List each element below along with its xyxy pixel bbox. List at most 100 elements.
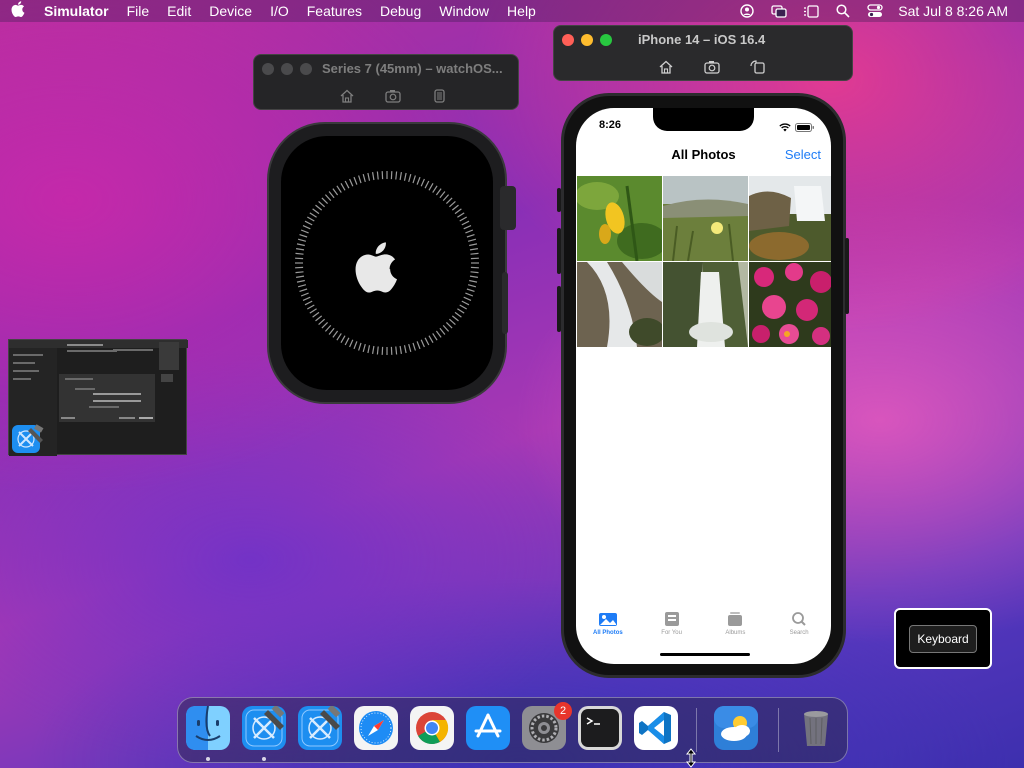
apple-menu-icon[interactable] <box>10 1 26 21</box>
xcode-window-thumbnail[interactable] <box>8 339 188 456</box>
progress-tick <box>358 342 362 351</box>
user-icon[interactable] <box>738 4 756 18</box>
dock-trash[interactable] <box>794 706 838 750</box>
menu-window[interactable]: Window <box>439 3 489 19</box>
home-indicator[interactable] <box>660 653 750 656</box>
dock-chrome[interactable] <box>410 706 454 750</box>
wifi-icon <box>779 119 791 137</box>
search-icon[interactable] <box>834 4 852 18</box>
keyboard-button[interactable]: Keyboard <box>909 624 977 653</box>
progress-tick <box>328 327 335 335</box>
dock-xcode[interactable] <box>242 704 286 750</box>
progress-tick <box>469 248 478 251</box>
rotate-icon[interactable] <box>430 89 448 103</box>
home-icon[interactable] <box>338 89 356 103</box>
zoom-button[interactable] <box>600 34 612 46</box>
photo-thumbnail[interactable] <box>749 262 831 347</box>
thumb-text-line <box>139 417 153 419</box>
menu-app-name[interactable]: Simulator <box>44 3 109 19</box>
progress-tick <box>376 346 379 355</box>
progress-tick <box>439 191 446 199</box>
progress-tick <box>296 279 305 283</box>
tab-label: For You <box>661 630 682 636</box>
menu-device[interactable]: Device <box>209 3 252 19</box>
progress-tick <box>408 343 412 353</box>
watch-window-controls <box>262 63 312 75</box>
close-button[interactable] <box>562 34 574 46</box>
finder-icon <box>186 705 230 750</box>
tab-label: All Photos <box>593 630 623 636</box>
thumb-text-line <box>119 417 135 419</box>
menu-clock[interactable]: Sat Jul 8 8:26 AM <box>898 3 1008 19</box>
phone-power-button[interactable] <box>845 238 849 314</box>
progress-tick <box>315 315 323 322</box>
digital-crown[interactable] <box>500 186 516 230</box>
thumb-text-line <box>13 370 39 372</box>
xcode-icon <box>11 424 45 454</box>
progress-tick <box>340 335 346 343</box>
select-button[interactable]: Select <box>785 147 821 162</box>
progress-tick <box>309 212 317 218</box>
menu-io[interactable]: I/O <box>270 3 289 19</box>
screenshot-icon[interactable] <box>703 60 721 74</box>
dock-safari[interactable] <box>354 706 398 750</box>
xcode-icon <box>242 704 286 750</box>
progress-tick <box>372 345 375 354</box>
stage-manager-icon[interactable] <box>802 4 820 18</box>
menu-help[interactable]: Help <box>507 3 536 19</box>
rotate-icon[interactable] <box>749 60 767 74</box>
close-button[interactable] <box>262 63 274 75</box>
watch-window-titlebar[interactable]: Series 7 (45mm) – watchOS... <box>253 54 519 110</box>
tab-for-you[interactable]: For You <box>642 611 702 636</box>
phone-toolbar <box>657 60 767 74</box>
phone-silent-switch[interactable] <box>557 188 561 212</box>
progress-tick <box>461 300 470 306</box>
minimize-button[interactable] <box>281 63 293 75</box>
screen-mirror-icon[interactable] <box>770 4 788 18</box>
phone-screen[interactable]: 8:26 All Photos Select All Photos For Yo… <box>576 108 831 664</box>
tab-search[interactable]: Search <box>769 611 829 636</box>
dock-weather[interactable] <box>714 706 758 750</box>
status-area: Sat Jul 8 8:26 AM <box>738 3 1014 19</box>
photo-thumbnail[interactable] <box>577 176 662 261</box>
progress-tick <box>469 275 478 278</box>
menu-debug[interactable]: Debug <box>380 3 421 19</box>
dock-finder[interactable] <box>186 705 230 750</box>
progress-tick <box>300 229 309 234</box>
photo-thumbnail[interactable] <box>749 176 831 261</box>
tab-albums[interactable]: Albums <box>705 611 765 636</box>
progress-tick <box>461 220 470 226</box>
progress-tick <box>362 173 366 183</box>
progress-tick <box>295 252 304 255</box>
minimize-button[interactable] <box>581 34 593 46</box>
dock-vscode[interactable] <box>634 706 678 750</box>
photo-thumbnail[interactable] <box>663 176 748 261</box>
watch-side-button[interactable] <box>502 272 508 334</box>
tab-all-photos[interactable]: All Photos <box>578 611 638 636</box>
progress-tick <box>349 339 354 348</box>
phone-window-titlebar[interactable]: iPhone 14 – iOS 16.4 <box>553 25 853 81</box>
dock-terminal[interactable] <box>578 706 622 750</box>
phone-volume-button[interactable] <box>557 286 561 332</box>
control-center-icon[interactable] <box>866 4 884 18</box>
dock-system-settings[interactable]: 2 <box>522 702 572 750</box>
progress-tick <box>297 284 307 288</box>
progress-tick <box>395 346 398 355</box>
thumb-text-line <box>65 378 93 380</box>
menu-file[interactable]: File <box>127 3 150 19</box>
menu-features[interactable]: Features <box>307 3 362 19</box>
progress-tick <box>302 296 311 301</box>
phone-volume-button[interactable] <box>557 228 561 274</box>
dock-xcode-2[interactable] <box>298 704 342 750</box>
screenshot-icon[interactable] <box>384 89 402 103</box>
watch-screen[interactable] <box>281 136 493 390</box>
progress-tick <box>399 345 402 354</box>
menu-edit[interactable]: Edit <box>167 3 191 19</box>
field-flowers-photo <box>663 176 748 261</box>
zoom-button[interactable] <box>300 63 312 75</box>
photo-thumbnail[interactable] <box>577 262 662 347</box>
photo-thumbnail[interactable] <box>663 262 748 347</box>
thumb-text-line <box>113 349 153 351</box>
dock-app-store[interactable] <box>466 706 510 750</box>
home-icon[interactable] <box>657 60 675 74</box>
